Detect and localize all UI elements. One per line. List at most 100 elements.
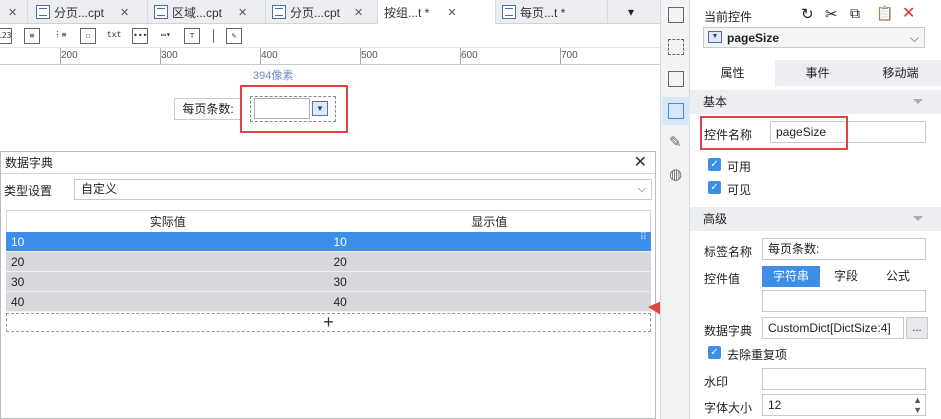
collapse-icon[interactable]	[913, 216, 923, 221]
radio-group-icon[interactable]: ⋮≡	[52, 28, 68, 44]
visible-label: 可见	[727, 183, 752, 197]
cell-actual[interactable]: 10	[6, 232, 329, 251]
combo-icon[interactable]: ▭▾	[158, 28, 174, 44]
section-advanced[interactable]: 高级	[690, 207, 941, 231]
value-type-formula[interactable]: 公式	[872, 266, 924, 287]
plus-icon: +	[323, 312, 334, 332]
design-canvas[interactable]: 394像素 每页条数: ▼	[0, 65, 660, 151]
tab-1[interactable]: 分页...cpt ✕	[28, 0, 148, 24]
data-dictionary-edit-button[interactable]: ...	[906, 317, 928, 339]
checkbox-visible[interactable]: ✓	[708, 181, 721, 194]
table-row[interactable]: 40 40	[6, 292, 651, 312]
data-dictionary-label: 数据字典	[704, 324, 753, 338]
checkbox-enabled[interactable]: ✓	[708, 158, 721, 171]
tab-label: 分页...cpt	[54, 5, 105, 20]
tab-events[interactable]: 事件	[775, 60, 860, 86]
cell-display[interactable]: 20	[329, 252, 652, 271]
dialog-title-bar: 数据字典 ✕	[1, 152, 655, 174]
horizontal-ruler: 200 300 400 500 600 700	[0, 48, 660, 65]
value-type-field[interactable]: 字段	[820, 266, 872, 287]
tree-icon[interactable]: ⊤	[184, 28, 200, 44]
widget-toolbar: 123 ≡ ⋮≡ ☐ txt ••• ▭▾ ⊤ ✎	[0, 24, 660, 48]
grid-icon[interactable]	[668, 39, 684, 55]
password-icon[interactable]: •••	[132, 28, 148, 44]
close-icon[interactable]: ✕	[120, 6, 129, 19]
paste-icon[interactable]: 📋	[876, 5, 893, 22]
dropdown-arrow-icon[interactable]: ▼	[312, 101, 328, 116]
table-row[interactable]: 20 20	[6, 252, 651, 272]
separator-icon	[213, 29, 214, 43]
type-select-value: 自定义	[81, 182, 118, 196]
section-basic[interactable]: 基本	[690, 90, 941, 114]
cell-display[interactable]: 30	[329, 272, 652, 291]
ruler-label: 300	[161, 50, 178, 61]
section-title: 高级	[703, 212, 728, 226]
frame-icon[interactable]	[668, 71, 684, 87]
checkbox-dedup[interactable]: ✓	[708, 346, 721, 359]
label-widget-text: 每页条数:	[182, 102, 234, 116]
panel-tabs: 属性 事件 移动端	[690, 60, 941, 86]
close-icon[interactable]: ✕	[447, 6, 456, 19]
tab-properties[interactable]: 属性	[690, 60, 775, 86]
chevron-down-icon[interactable]: ⌵	[910, 28, 919, 47]
control-value-field[interactable]	[762, 290, 926, 312]
tag-name-field[interactable]: 每页条数:	[762, 238, 926, 260]
widget-settings-icon[interactable]	[668, 103, 684, 119]
report-file-icon	[272, 5, 286, 19]
close-icon[interactable]: ✕	[634, 152, 647, 174]
tab-5[interactable]: 每页...t *	[496, 0, 608, 24]
text-area-icon[interactable]: ≡	[24, 28, 40, 44]
cell-actual[interactable]: 40	[6, 292, 329, 311]
table-row[interactable]: 30 30	[6, 272, 651, 292]
close-icon[interactable]: ✕	[238, 6, 247, 19]
globe-icon[interactable]: ◍	[669, 165, 682, 183]
ruler-label: 200	[61, 50, 78, 61]
cell-actual[interactable]: 20	[6, 252, 329, 271]
property-panel: 当前控件 ↻ ✂ ⧉ 📋 ✕ ▼ pageSize ⌵ 属性 事件 移动端 基本…	[690, 0, 941, 419]
watermark-field[interactable]	[762, 368, 926, 390]
layout-icon[interactable]	[668, 7, 684, 23]
combo-widget-icon: ▼	[708, 31, 722, 43]
font-size-field[interactable]: 12 ▲ ▼	[762, 394, 926, 416]
dedup-label: 去除重复项	[727, 348, 788, 362]
label-widget[interactable]: 每页条数:	[174, 98, 242, 120]
tab-4-active[interactable]: 按组...t * ✕	[378, 0, 496, 24]
add-row-button[interactable]: +	[6, 313, 651, 332]
collapse-icon[interactable]	[913, 99, 923, 104]
text-field-icon[interactable]: txt	[106, 28, 122, 44]
cell-display[interactable]: 10	[329, 232, 652, 251]
number-field-icon[interactable]: 123	[0, 28, 12, 44]
cut-icon[interactable]: ✂	[825, 5, 838, 23]
report-file-icon	[154, 5, 168, 19]
table-row[interactable]: 10 10 ⠿	[6, 232, 651, 252]
drag-handle-icon[interactable]: ⠿	[640, 232, 647, 243]
chevron-down-icon[interactable]: ⌵	[638, 180, 646, 199]
edit-icon[interactable]: ✎	[226, 28, 242, 44]
stepper-icon[interactable]: ▲ ▼	[913, 395, 922, 415]
cell-display[interactable]: 40	[329, 292, 652, 311]
close-icon[interactable]: ✕	[354, 6, 363, 19]
refresh-icon[interactable]: ↻	[801, 5, 814, 23]
checkbox-group-icon[interactable]: ☐	[80, 28, 96, 44]
close-icon[interactable]: ✕	[8, 6, 17, 19]
tab-list-dropdown-icon[interactable]: ▾	[628, 5, 634, 19]
font-size-label: 字体大小	[704, 401, 753, 415]
type-select[interactable]: 自定义 ⌵	[74, 179, 652, 200]
tab-mobile[interactable]: 移动端	[860, 60, 941, 86]
tab-partial-close[interactable]: ✕	[0, 0, 28, 24]
tab-3[interactable]: 分页...cpt ✕	[266, 0, 378, 24]
data-dictionary-value: CustomDict[DictSize:4]	[768, 321, 891, 335]
combo-widget-input[interactable]	[254, 98, 310, 119]
ruler-label: 700	[561, 50, 578, 61]
data-dictionary-field[interactable]: CustomDict[DictSize:4]	[762, 317, 904, 339]
watermark-label: 水印	[704, 375, 729, 389]
tab-2[interactable]: 区域...cpt ✕	[148, 0, 266, 24]
ruler-label: 400	[261, 50, 278, 61]
control-select[interactable]: ▼ pageSize ⌵	[703, 27, 925, 48]
delete-icon[interactable]: ✕	[902, 3, 915, 23]
value-type-string[interactable]: 字符串	[762, 266, 820, 287]
cell-actual[interactable]: 30	[6, 272, 329, 291]
column-display-value: 显示值	[471, 215, 508, 229]
copy-icon[interactable]: ⧉	[850, 5, 860, 22]
pencil-icon[interactable]: ✎	[669, 133, 682, 151]
